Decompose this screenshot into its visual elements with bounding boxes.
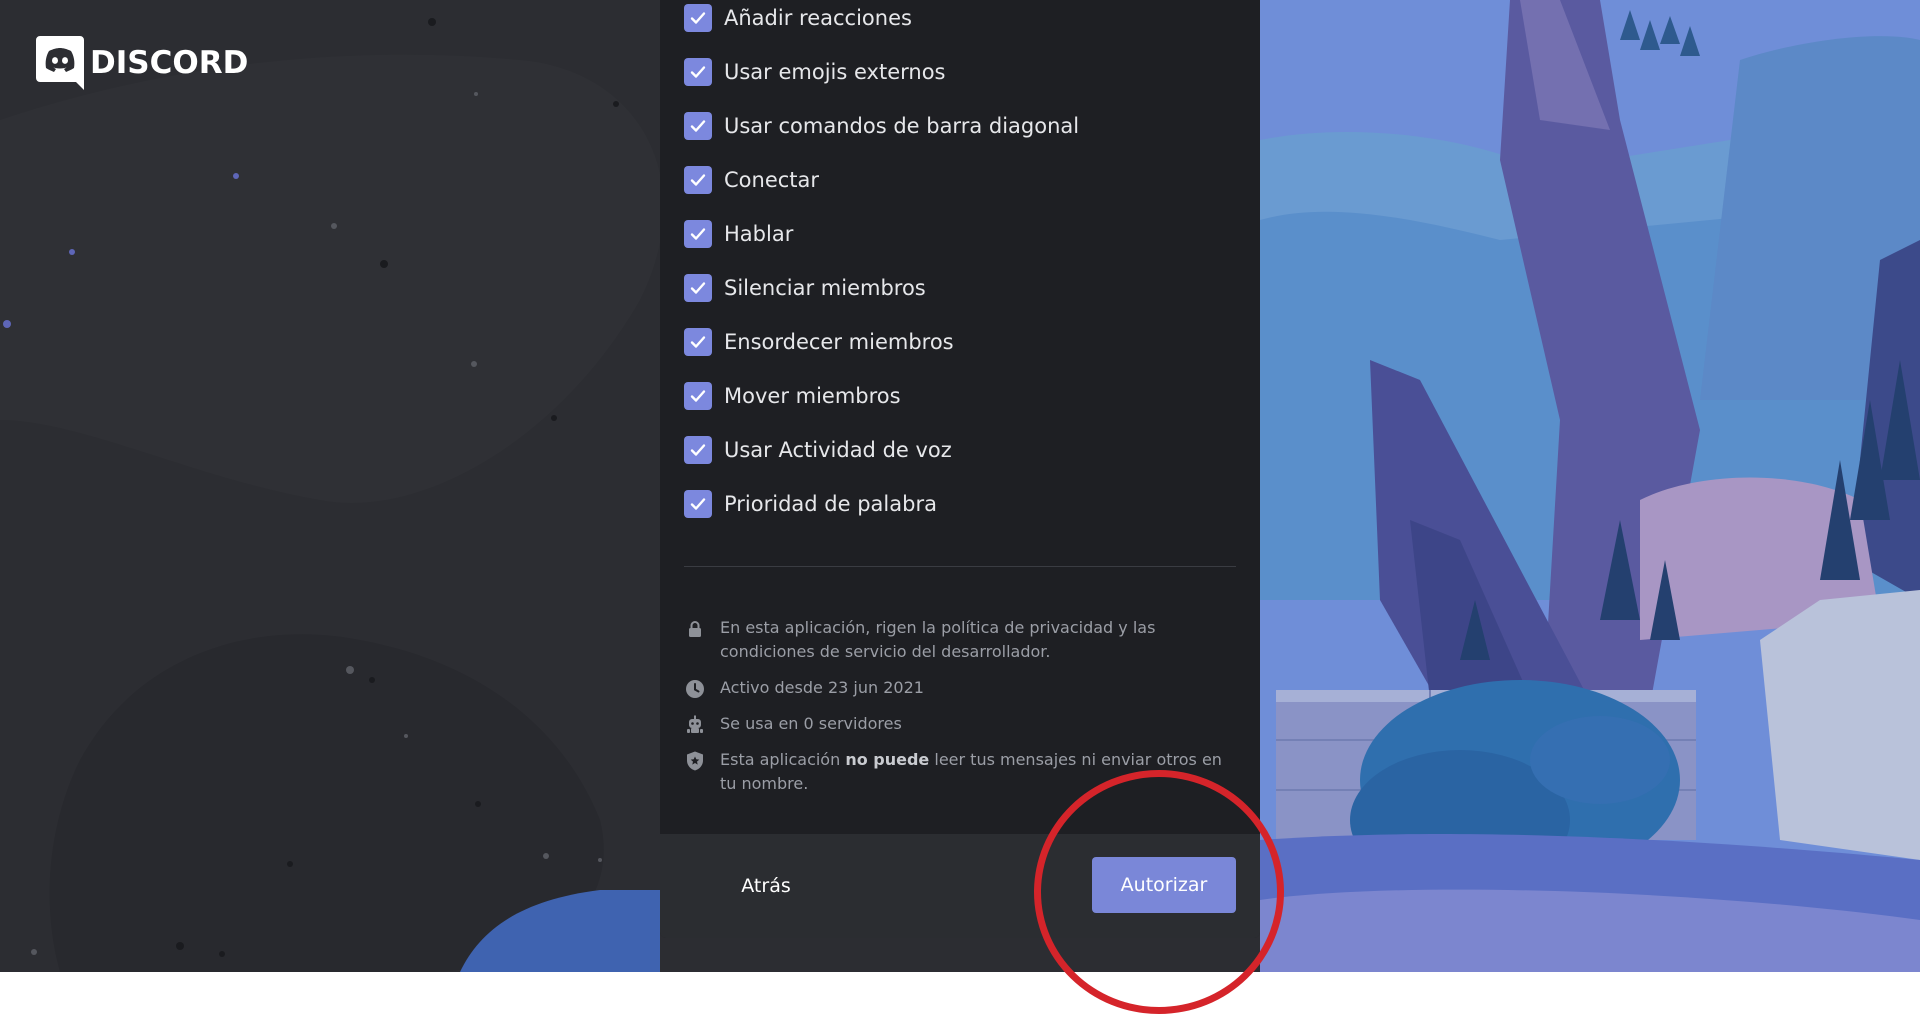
permission-label: Usar Actividad de voz bbox=[724, 438, 952, 462]
discord-logo: DISCORD bbox=[36, 36, 248, 90]
discord-wordmark: DISCORD bbox=[90, 45, 249, 81]
permission-item[interactable]: Hablar bbox=[684, 218, 793, 250]
authorize-button[interactable]: Autorizar bbox=[1092, 857, 1236, 913]
active-since-text: Activo desde 23 jun 2021 bbox=[720, 678, 924, 697]
permission-label: Conectar bbox=[724, 168, 820, 192]
permission-item[interactable]: Ensordecer miembros bbox=[684, 326, 954, 358]
permission-label: Usar comandos de barra diagonal bbox=[724, 114, 1080, 138]
permission-label: Prioridad de palabra bbox=[724, 492, 937, 516]
checkbox-checked[interactable] bbox=[684, 166, 712, 194]
permission-item[interactable]: Silenciar miembros bbox=[684, 272, 926, 304]
shield-icon bbox=[687, 751, 703, 771]
robot-icon bbox=[687, 715, 703, 733]
check-icon bbox=[690, 444, 706, 456]
messages-text: Esta aplicación no puede leer tus mensaj… bbox=[720, 748, 1238, 796]
permission-label: Usar emojis externos bbox=[724, 60, 946, 84]
permission-item[interactable]: Usar emojis externos bbox=[684, 56, 946, 88]
checkbox-checked[interactable] bbox=[684, 382, 712, 410]
check-icon bbox=[690, 12, 706, 24]
checkbox-checked[interactable] bbox=[684, 274, 712, 302]
checkbox-checked[interactable] bbox=[684, 4, 712, 32]
permission-label: Hablar bbox=[724, 222, 794, 246]
check-icon bbox=[690, 120, 706, 132]
messages-text-bold: no puede bbox=[845, 750, 930, 769]
servers-text: Se usa en 0 servidores bbox=[720, 714, 902, 733]
permission-item[interactable]: Conectar bbox=[684, 164, 819, 196]
check-icon bbox=[690, 336, 706, 348]
checkbox-checked[interactable] bbox=[684, 490, 712, 518]
checkbox-checked[interactable] bbox=[684, 328, 712, 356]
permission-item[interactable]: Añadir reacciones bbox=[684, 2, 912, 34]
permission-label: Añadir reacciones bbox=[724, 6, 912, 30]
checkbox-checked[interactable] bbox=[684, 220, 712, 248]
permission-label: Mover miembros bbox=[724, 384, 901, 408]
authorize-modal: Añadir reacciones Usar emojis externos U… bbox=[660, 0, 1260, 938]
check-icon bbox=[690, 390, 706, 402]
divider bbox=[684, 566, 1236, 567]
back-button[interactable]: Atrás bbox=[710, 858, 822, 914]
modal-footer: Atrás Autorizar bbox=[660, 834, 1260, 938]
privacy-text: En esta aplicación, rigen la política de… bbox=[720, 618, 1156, 661]
check-icon bbox=[690, 498, 706, 510]
servers-info: Se usa en 0 servidores bbox=[684, 712, 1238, 736]
clock-icon bbox=[686, 680, 704, 698]
check-icon bbox=[690, 282, 706, 294]
permission-item[interactable]: Usar comandos de barra diagonal bbox=[684, 110, 1079, 142]
messages-info: Esta aplicación no puede leer tus mensaj… bbox=[684, 748, 1238, 796]
check-icon bbox=[690, 228, 706, 240]
discord-logo-icon bbox=[36, 36, 84, 90]
permission-label: Ensordecer miembros bbox=[724, 330, 954, 354]
check-icon bbox=[690, 174, 706, 186]
permission-item[interactable]: Mover miembros bbox=[684, 380, 901, 412]
messages-text-start: Esta aplicación bbox=[720, 750, 846, 769]
check-icon bbox=[690, 66, 706, 78]
permission-item[interactable]: Usar Actividad de voz bbox=[684, 434, 952, 466]
active-since-info: Activo desde 23 jun 2021 bbox=[684, 676, 1238, 700]
permission-item[interactable]: Prioridad de palabra bbox=[684, 488, 937, 520]
privacy-info: En esta aplicación, rigen la política de… bbox=[684, 616, 1238, 664]
checkbox-checked[interactable] bbox=[684, 112, 712, 140]
checkbox-checked[interactable] bbox=[684, 58, 712, 86]
authorize-screen: DISCORD Añadir reacciones Usar emojis ex… bbox=[0, 0, 1920, 972]
permission-label: Silenciar miembros bbox=[724, 276, 926, 300]
checkbox-checked[interactable] bbox=[684, 436, 712, 464]
lock-icon bbox=[689, 621, 701, 637]
